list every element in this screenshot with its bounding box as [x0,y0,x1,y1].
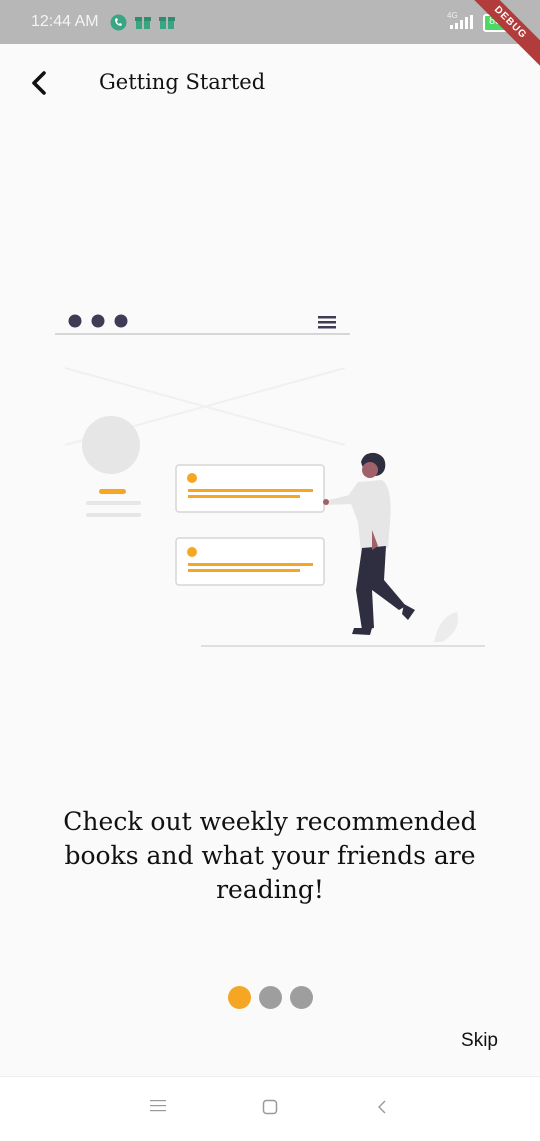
skip-button[interactable]: Skip [461,1030,498,1052]
notification-gift-icon [159,17,175,29]
status-bar: 12:44 AM 4G 83 DEBUG [0,0,540,72]
system-nav-bar [0,1076,540,1141]
page-title: Getting Started [99,70,266,94]
phone-call-icon [110,14,127,31]
page-dot-active[interactable] [227,986,251,1009]
onboarding-illustration [55,314,485,647]
page-indicator [0,986,540,1013]
person-figure [323,452,415,635]
menu-icon[interactable] [150,1099,166,1113]
chevron-left-icon[interactable] [24,66,54,100]
page-dot[interactable] [289,986,313,1009]
home-square-icon[interactable] [262,1099,278,1115]
avatar-placeholder [82,416,140,474]
app-bar: Getting Started [0,44,540,120]
onboarding-caption: Check out weekly recommended books and w… [63,807,477,904]
signal-icon [450,15,473,29]
status-time: 12:44 AM [31,13,99,30]
notification-gift-icon [135,17,151,29]
hamburger-icon [318,316,336,329]
back-chevron-icon[interactable] [376,1099,388,1115]
page-dot[interactable] [258,986,282,1009]
